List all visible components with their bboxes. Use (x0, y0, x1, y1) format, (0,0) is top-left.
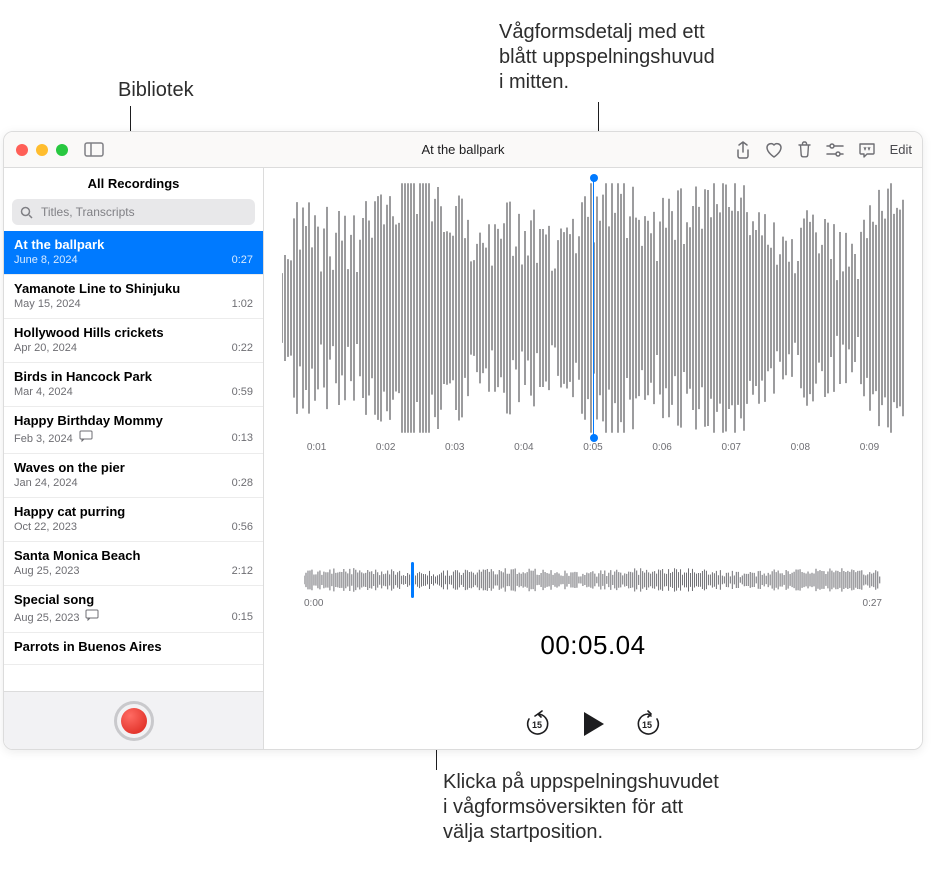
traffic-lights (4, 144, 68, 156)
edit-button[interactable]: Edit (890, 142, 912, 157)
recording-meta: Mar 4, 2024 0:59 (14, 386, 253, 398)
recording-duration: 0:28 (232, 477, 253, 489)
transcript-icon (85, 609, 99, 621)
recording-item[interactable]: At the ballpark June 8, 2024 0:27 (4, 231, 263, 275)
overview-playhead[interactable] (411, 562, 414, 598)
recording-item[interactable]: Waves on the pier Jan 24, 2024 0:28 (4, 454, 263, 498)
recording-item[interactable]: Birds in Hancock Park Mar 4, 2024 0:59 (4, 363, 263, 407)
overview-start-time: 0:00 (304, 598, 323, 609)
search-field[interactable] (12, 199, 255, 225)
recording-date: Jan 24, 2024 (14, 477, 78, 489)
sidebar: All Recordings At the ballpark June 8, 20… (4, 168, 264, 749)
main-panel: 0:01 0:02 0:03 0:04 0:05 0:06 0:07 0:08 0:09 0:0… (264, 168, 922, 749)
recordings-list: At the ballpark June 8, 2024 0:27 Yamanote … (4, 231, 263, 691)
settings-button[interactable] (826, 143, 844, 157)
recording-title: Happy cat purring (14, 504, 253, 519)
sidebar-header: All Recordings (4, 168, 263, 197)
waveform-detail[interactable] (282, 178, 904, 438)
app-window: At the ballpark (3, 131, 923, 750)
recording-title: Birds in Hancock Park (14, 369, 253, 384)
recording-item[interactable]: Hollywood Hills crickets Apr 20, 2024 0:22 (4, 319, 263, 363)
callout-library: Bibliotek (118, 78, 194, 103)
recording-item[interactable]: Santa Monica Beach Aug 25, 2023 2:12 (4, 542, 263, 586)
recording-date: Mar 4, 2024 (14, 386, 73, 398)
favorite-button[interactable] (765, 142, 783, 158)
recording-date: Aug 25, 2023 (14, 565, 79, 577)
recording-title: At the ballpark (14, 237, 253, 252)
toolbar: At the ballpark (4, 132, 922, 168)
recording-duration: 0:27 (232, 254, 253, 266)
search-icon (20, 206, 33, 219)
recording-duration: 0:22 (232, 342, 253, 354)
overview-end-time: 0:27 (863, 598, 882, 609)
minimize-button[interactable] (36, 144, 48, 156)
recording-meta: Oct 22, 2023 0:56 (14, 521, 253, 533)
recording-duration: 0:59 (232, 386, 253, 398)
recording-date: Oct 22, 2023 (14, 521, 77, 533)
recording-date: Feb 3, 2024 (14, 430, 93, 445)
time-tick: 0:07 (721, 442, 740, 453)
playback-controls: 15 15 (264, 710, 922, 738)
callout-overview-hint: Klicka på uppspelningshuvudet i vågforms… (443, 770, 719, 845)
sidebar-toggle-button[interactable] (84, 142, 104, 157)
record-bar (4, 691, 263, 749)
recording-title: Waves on the pier (14, 460, 253, 475)
recording-meta: Feb 3, 2024 0:13 (14, 430, 253, 445)
recording-duration: 0:56 (232, 521, 253, 533)
recording-date: Apr 20, 2024 (14, 342, 77, 354)
rewind-15-button[interactable]: 15 (524, 710, 552, 738)
recording-title: Hollywood Hills crickets (14, 325, 253, 340)
recording-meta: June 8, 2024 0:27 (14, 254, 253, 266)
waveform-overview[interactable]: 0:00 0:27 (304, 566, 882, 612)
time-tick: 0:06 (652, 442, 671, 453)
recording-item[interactable]: Yamanote Line to Shinjuku May 15, 2024 1:0… (4, 275, 263, 319)
recording-duration: 2:12 (232, 565, 253, 577)
waveform-time-axis: 0:01 0:02 0:03 0:04 0:05 0:06 0:07 0:08 0:09 (282, 442, 904, 462)
recording-item[interactable]: Happy cat purring Oct 22, 2023 0:56 (4, 498, 263, 542)
play-button[interactable] (580, 710, 606, 738)
recording-title: Santa Monica Beach (14, 548, 253, 563)
time-tick: 0:02 (376, 442, 395, 453)
share-button[interactable] (735, 141, 751, 159)
recording-duration: 0:15 (232, 611, 253, 623)
time-tick: 0:01 (307, 442, 326, 453)
recording-duration: 1:02 (232, 298, 253, 310)
search-input[interactable] (39, 204, 247, 220)
recording-meta: Apr 20, 2024 0:22 (14, 342, 253, 354)
recording-date: June 8, 2024 (14, 254, 78, 266)
recording-date: Aug 25, 2023 (14, 609, 99, 624)
toolbar-right: Edit (735, 141, 912, 159)
recording-item[interactable]: Special song Aug 25, 2023 0:15 (4, 586, 263, 633)
time-tick: 0:04 (514, 442, 533, 453)
recording-duration: 0:13 (232, 432, 253, 444)
transcript-icon (79, 430, 93, 442)
callout-waveform-detail: Vågformsdetalj med ett blått uppspelning… (499, 20, 715, 95)
delete-button[interactable] (797, 141, 812, 158)
detail-playhead[interactable] (593, 178, 594, 438)
recording-meta: Aug 25, 2023 0:15 (14, 609, 253, 624)
recording-date: May 15, 2024 (14, 298, 81, 310)
recording-meta: Aug 25, 2023 2:12 (14, 565, 253, 577)
recording-title: Special song (14, 592, 253, 607)
time-tick: 0:05 (583, 442, 602, 453)
recording-title: Parrots in Buenos Aires (14, 639, 253, 654)
fullscreen-button[interactable] (56, 144, 68, 156)
time-tick: 0:03 (445, 442, 464, 453)
forward-15-button[interactable]: 15 (634, 710, 662, 738)
recording-title: Yamanote Line to Shinjuku (14, 281, 253, 296)
recording-title: Happy Birthday Mommy (14, 413, 253, 428)
close-button[interactable] (16, 144, 28, 156)
transcript-button[interactable] (858, 142, 876, 158)
playback-time: 00:05.04 (264, 630, 922, 661)
recording-item[interactable]: Parrots in Buenos Aires (4, 633, 263, 665)
recording-meta: Jan 24, 2024 0:28 (14, 477, 253, 489)
recording-meta: May 15, 2024 1:02 (14, 298, 253, 310)
recording-item[interactable]: Happy Birthday Mommy Feb 3, 2024 0:13 (4, 407, 263, 454)
time-tick: 0:09 (860, 442, 879, 453)
record-button[interactable] (114, 701, 154, 741)
time-tick: 0:08 (791, 442, 810, 453)
